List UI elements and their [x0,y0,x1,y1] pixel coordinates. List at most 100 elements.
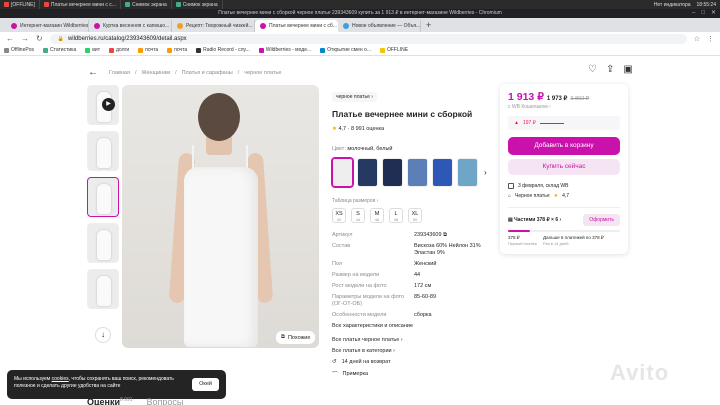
bookmark-label: почта [145,47,159,53]
return-icon: ↺ [332,359,337,365]
color-label: Цвет: молочный, белый [332,146,393,152]
recipe-favicon [177,23,183,29]
photo-thumbnail[interactable] [87,131,119,171]
bookmark[interactable]: Radio Record - слу... [196,47,250,53]
bookmark[interactable]: долги [109,47,129,53]
photo-thumbnail[interactable] [87,223,119,263]
indicator-label[interactable]: Нет индикатора [654,2,691,8]
calendar-icon [508,183,514,189]
rating[interactable]: ★ 4,7 · 8 991 оценка [332,126,492,132]
star-icon: ★ [553,193,559,199]
color-swatch[interactable] [432,158,453,187]
bookmark[interactable]: Wildberries - моде... [258,47,311,53]
hanger-icon: ⌒ [332,372,338,378]
tab-strip: Интернет-магазин Wildberries× Куртка вес… [0,18,720,32]
breadcrumb-link[interactable]: Платья и сарафаны [182,70,233,76]
browser-tab-active[interactable]: Платье вечернее мини с сб...× [255,20,338,32]
reload-icon[interactable]: ↻ [36,34,43,43]
spec-row: Параметры модели на фото (ОГ-ОТ-ОБ) 85-60… [332,294,437,307]
os-task[interactable]: Снимок экрана [121,0,172,9]
size-option[interactable]: S 44 [351,208,365,223]
cookie-ok-button[interactable]: Окей [192,378,219,391]
category-link[interactable]: Все платья в категории › [332,348,492,354]
tab-label: Платье вечернее мини с сб... [269,23,337,29]
color-swatch-selected[interactable] [331,157,354,188]
back-arrow-icon[interactable]: ← [88,67,98,78]
bookmark[interactable]: почта [138,47,158,53]
buy-now-button[interactable]: Купить сейчас [508,159,620,175]
tab-label: Куртка весенняя с капюшо... [103,23,170,29]
chevron-right-icon[interactable]: › [484,168,487,177]
breadcrumb-link[interactable]: Главная [109,70,130,76]
maximize-icon[interactable]: □ [701,9,705,18]
add-to-cart-button[interactable]: Добавить в корзину [508,137,620,155]
size-option[interactable]: L 48 [389,208,403,223]
all-characteristics-link[interactable]: Все характеристики и описание [332,323,492,329]
price-history[interactable]: ▲ 197 ₽ [508,116,620,130]
play-icon: ▶ [102,98,115,111]
video-thumbnail[interactable]: ▶ [87,85,119,125]
os-task-label: Платье вечернее мини с с... [50,1,116,8]
apply-installments-button[interactable]: Оформить [583,214,620,226]
product-main-photo[interactable] [122,85,319,348]
photo-thumbnail[interactable] [87,269,119,309]
share-icon[interactable]: ⇪ [606,64,614,75]
search-similar-icon: ⧉ [281,334,285,340]
seller-info[interactable]: ⌂ Черное платье ★ 4,7 [508,193,620,199]
photo-thumbnail-selected[interactable] [87,177,119,217]
new-tab-button[interactable]: + [421,20,436,32]
back-icon[interactable]: ← [6,34,14,43]
color-swatch[interactable] [457,158,478,187]
tab-reviews[interactable]: Оценки8 991 [87,397,133,405]
minimize-icon[interactable]: – [692,9,695,18]
color-swatch[interactable] [357,158,378,187]
heart-icon[interactable]: ♡ [588,64,597,75]
browser-tab[interactable]: Интернет-магазин Wildberries× [6,20,89,32]
bookmark[interactable]: вит [85,47,100,53]
copy-icon[interactable]: ⧉ [443,232,447,238]
cookies-link[interactable]: cookies [52,376,69,382]
url-field[interactable]: 🔒 wildberries.ru/catalog/239343609/detai… [49,33,687,44]
menu-icon[interactable]: ⋮ [707,35,714,43]
browser-tab[interactable]: Новое объявление — Объя...× [338,20,421,32]
browser-tab[interactable]: Куртка весенняя с капюшо...× [89,20,172,32]
browser-tab[interactable]: Рецепт: Творожный чизкей...× [172,20,255,32]
bookmark-icon [109,47,114,53]
breadcrumb-link[interactable]: Женщинам [141,70,170,76]
os-task-label: Снимок экрана [131,1,167,8]
color-swatch[interactable] [382,158,403,187]
bookmark[interactable]: Статистика [42,47,76,53]
os-task[interactable]: [OFFLINE] [0,0,40,9]
chat-icon[interactable]: ▣ [623,64,632,75]
bookmark[interactable]: Открытие смен о... [320,47,371,53]
brand-badge[interactable]: черное платье › [332,92,377,102]
tab-label: Новое объявление — Объя... [352,23,421,29]
bookmark[interactable]: почта [167,47,187,53]
star-bookmark-icon[interactable]: ☆ [694,35,700,43]
bookmark-label: долги [116,47,130,53]
bookmark[interactable]: OFFLINE [379,47,408,53]
size-table-link[interactable]: Таблица размеров › [332,198,492,204]
size-option[interactable]: XS 42 [332,208,346,223]
wallet-note[interactable]: с WB Кошельком › [508,104,620,110]
size-option[interactable]: M 46 [370,208,384,223]
color-swatch[interactable] [407,158,428,187]
spec-row: Размер на модели 44 [332,272,421,278]
os-task[interactable]: Снимок экрана [172,0,223,9]
os-task[interactable]: Платье вечернее мини с с... [40,0,121,9]
similar-button[interactable]: ⧉ Похожие [276,331,316,344]
bookmark[interactable]: OfflinePos [4,47,34,53]
forward-icon[interactable]: → [21,34,29,43]
breadcrumb-link[interactable]: черное платье [244,70,281,76]
address-bar: ← → ↻ 🔒 wildberries.ru/catalog/239343609… [0,32,720,45]
spec-row: Особенности модели сборка [332,312,432,318]
tab-questions[interactable]: Вопросы [147,397,184,405]
category-link[interactable]: Все платья черное платье › [332,337,492,343]
window-title-bar: Платье вечернее мини с сборкой черное пл… [0,9,720,18]
close-icon[interactable]: ✕ [711,9,716,18]
next-payments: Дальше 5 платежей по 378 ₽ Раз в 14 дней [543,235,604,246]
scroll-down-icon[interactable]: ↓ [95,327,111,343]
tab-label: Интернет-магазин Wildberries [20,23,89,29]
avito-favicon [343,23,349,29]
size-option[interactable]: XL 50 [408,208,422,223]
